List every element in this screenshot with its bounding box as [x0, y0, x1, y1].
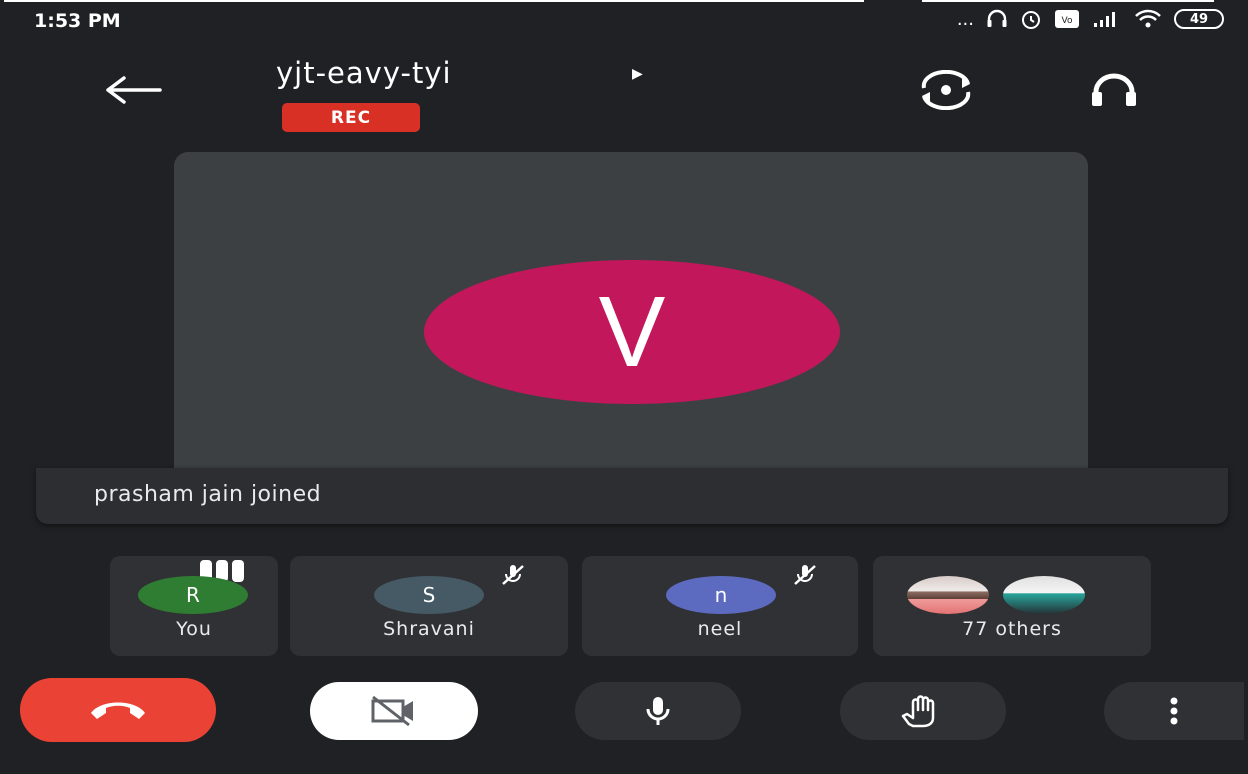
participant-avatar: R — [138, 576, 248, 614]
participant-initial: n — [714, 583, 728, 607]
participant-avatar: S — [374, 576, 484, 614]
join-notification: prasham jain joined — [36, 468, 1228, 524]
participant-photo — [1003, 576, 1085, 614]
participant-name: You — [176, 618, 212, 640]
microphone-button[interactable] — [575, 682, 741, 740]
volte-icon: Vo — [1055, 10, 1079, 28]
top-divider — [4, 0, 864, 2]
camera-off-icon — [371, 695, 413, 727]
top-divider-right — [922, 0, 1214, 2]
end-call-icon — [91, 702, 145, 719]
participant-name: Shravani — [383, 618, 475, 640]
main-video-tile[interactable]: V — [174, 152, 1088, 468]
headset-status-icon — [987, 9, 1007, 27]
more-options-button[interactable] — [1104, 682, 1244, 740]
end-call-button[interactable] — [20, 678, 216, 742]
main-avatar: V — [424, 260, 840, 404]
back-arrow-icon[interactable] — [104, 70, 164, 110]
meeting-code[interactable]: yjt-eavy-tyi — [276, 56, 452, 90]
wifi-icon — [1135, 9, 1161, 28]
switch-camera-icon[interactable] — [916, 70, 976, 110]
microphone-icon — [646, 697, 670, 725]
participant-initial: S — [422, 583, 436, 607]
participant-photo — [907, 576, 989, 614]
participant-name: 77 others — [962, 618, 1062, 640]
participant-initial: R — [186, 583, 200, 607]
participant-avatar: n — [666, 576, 776, 614]
mic-muted-icon — [794, 565, 816, 585]
main-avatar-letter: V — [598, 276, 666, 388]
participant-tile-shravani[interactable]: S Shravani — [290, 556, 568, 656]
participant-tile-you[interactable]: R You — [110, 556, 278, 656]
status-time: 1:53 PM — [34, 10, 121, 32]
more-vert-icon — [1170, 697, 1178, 725]
camera-toggle-button[interactable] — [310, 682, 478, 740]
svg-text:Vo: Vo — [1062, 16, 1073, 26]
status-icons: ... Vo 49 — [957, 8, 1224, 30]
headphones-icon[interactable] — [1084, 70, 1144, 110]
participant-name: neel — [697, 618, 743, 640]
join-notification-text: prasham jain joined — [94, 482, 322, 507]
participant-tile-neel[interactable]: n neel — [582, 556, 858, 656]
alarm-icon — [1022, 11, 1040, 29]
raise-hand-button[interactable] — [840, 682, 1006, 740]
more-dots-icon: ... — [956, 8, 974, 30]
participant-tile-others[interactable]: 77 others — [873, 556, 1151, 656]
signal-icon — [1094, 12, 1115, 27]
meet-screen: 1:53 PM ... Vo 49 yjt-eavy-tyi ▶ REC V p… — [4, 0, 1244, 774]
raise-hand-icon — [901, 695, 935, 728]
mic-muted-icon — [502, 565, 524, 585]
recording-badge: REC — [282, 103, 420, 132]
battery-icon: 49 — [1174, 9, 1224, 29]
meeting-details-arrow-icon[interactable]: ▶ — [632, 66, 643, 82]
